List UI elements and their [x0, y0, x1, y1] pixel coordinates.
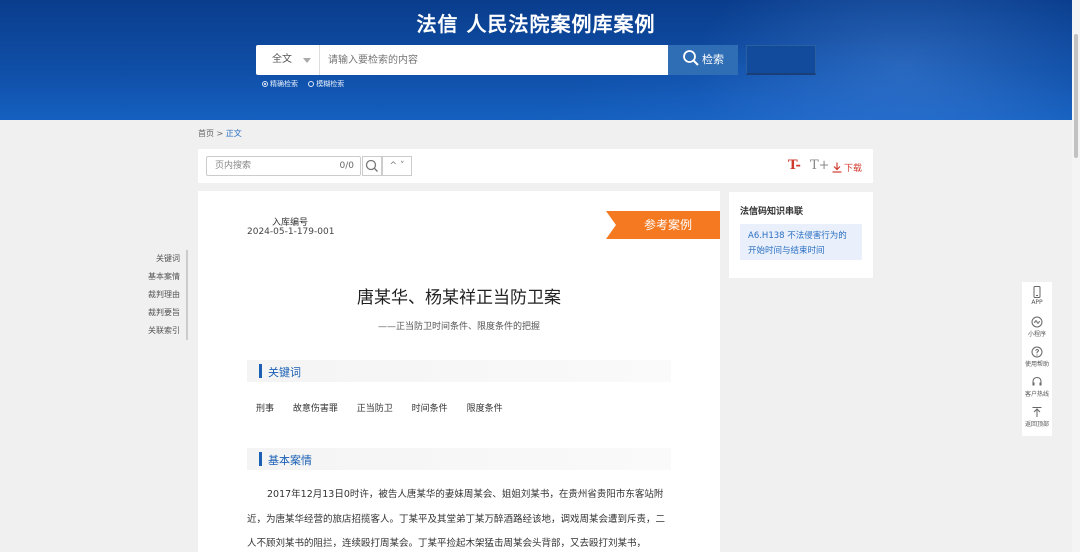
- header-extra-button[interactable]: [746, 45, 816, 75]
- section-header-facts: 基本案情: [247, 448, 671, 470]
- float-app-label: APP: [1031, 299, 1043, 306]
- page-search-button[interactable]: [362, 156, 382, 176]
- radio-checked-icon: [262, 81, 268, 87]
- knowledge-link[interactable]: A6.H138 不法侵害行为的开始时间与结束时间: [740, 224, 862, 260]
- headset-icon: [1032, 376, 1042, 386]
- keyword-tag: 时间条件: [411, 404, 448, 414]
- section-title: 关键词: [268, 366, 301, 379]
- reader-toolbar: 页内搜索 0/0 ^ ˅ T- T+ 下载: [198, 149, 873, 183]
- float-mini-program-label: 小程序: [1027, 331, 1046, 338]
- keyword-tag: 故意伤害罪: [292, 404, 338, 414]
- keyword-tag: 限度条件: [466, 404, 503, 414]
- float-app[interactable]: APP: [1022, 286, 1052, 306]
- section-marker: [259, 364, 262, 378]
- page-search-prev-next[interactable]: ^ ˅: [382, 156, 412, 176]
- float-hotline-label: 客户热线: [1024, 391, 1049, 398]
- floating-toolbar: APP 小程序 使用帮助 客户热线 返回顶部: [1022, 282, 1052, 436]
- float-mini-program[interactable]: 小程序: [1022, 316, 1052, 338]
- section-title: 基本案情: [268, 454, 312, 467]
- site-header: 法信 人民法院案例库案例 全文 检索 精确检索 模糊检索: [0, 0, 1072, 120]
- download-button[interactable]: 下载: [832, 161, 862, 174]
- search-icon: [365, 159, 378, 172]
- section-nav-reasoning[interactable]: 裁判理由: [140, 286, 188, 304]
- site-title: 法信 人民法院案例库案例: [416, 12, 656, 36]
- float-back-to-top[interactable]: 返回顶部: [1022, 406, 1052, 428]
- breadcrumb: 首页 > 正文: [198, 128, 242, 139]
- page-search-count: 0/0: [339, 161, 354, 171]
- float-hotline[interactable]: 客户热线: [1022, 376, 1052, 398]
- facts-paragraph: 2017年12月13日0时许，被告人唐某华的妻妹周某会、姐姐刘某书，在贵州省贵阳…: [247, 489, 666, 549]
- search-input[interactable]: [328, 45, 658, 75]
- section-nav-facts[interactable]: 基本案情: [140, 268, 188, 286]
- page-scrollbar[interactable]: [1072, 0, 1080, 552]
- page-search-placeholder: 页内搜索: [215, 161, 252, 171]
- radio-unchecked-icon: [308, 81, 315, 87]
- knowledge-panel-title: 法信码知识串联: [740, 207, 804, 217]
- scrollbar-thumb[interactable]: [1074, 34, 1078, 158]
- breadcrumb-current: 正文: [225, 129, 242, 138]
- float-help[interactable]: 使用帮助: [1022, 346, 1052, 368]
- search-scope-select[interactable]: 全文: [256, 45, 320, 75]
- case-title: 唐某华、杨某祥正当防卫案: [357, 288, 561, 308]
- float-back-to-top-label: 返回顶部: [1024, 421, 1049, 428]
- section-nav-gist[interactable]: 裁判要旨: [140, 304, 188, 322]
- mini-program-icon: [1031, 316, 1043, 328]
- help-icon: [1031, 346, 1043, 358]
- case-type-badge: 参考案例: [606, 211, 720, 239]
- keyword-tag: 正当防卫: [356, 404, 393, 414]
- keyword-list: 刑事 故意伤害罪 正当防卫 时间条件 限度条件: [256, 401, 519, 414]
- download-label: 下载: [844, 164, 863, 174]
- search-mode-options: 精确检索 模糊检索: [262, 79, 352, 89]
- search-icon: [683, 50, 699, 66]
- font-increase-button[interactable]: T+: [810, 158, 830, 173]
- section-marker: [259, 452, 262, 466]
- section-nav-keywords[interactable]: 关键词: [140, 250, 188, 268]
- search-button[interactable]: 检索: [668, 45, 738, 75]
- ref-number: 2024-05-1-179-001: [247, 227, 335, 237]
- case-document: 入库编号 2024-05-1-179-001 参考案例 唐某华、杨某祥正当防卫案…: [198, 191, 720, 552]
- breadcrumb-separator: >: [216, 129, 224, 138]
- knowledge-panel: 法信码知识串联 A6.H138 不法侵害行为的开始时间与结束时间: [729, 192, 873, 278]
- phone-icon: [1033, 286, 1041, 298]
- page-search-input[interactable]: 页内搜索 0/0: [206, 156, 361, 176]
- mode-fuzzy-option[interactable]: 模糊检索: [308, 80, 344, 88]
- case-subtitle: ——正当防卫时间条件、限度条件的把握: [377, 322, 540, 332]
- search-button-label: 检索: [702, 53, 724, 66]
- font-decrease-button[interactable]: T-: [788, 158, 801, 173]
- breadcrumb-home[interactable]: 首页: [198, 129, 214, 138]
- search-scope-label: 全文: [272, 54, 292, 65]
- float-help-label: 使用帮助: [1024, 361, 1049, 368]
- back-to-top-icon: [1032, 407, 1042, 417]
- section-nav-index[interactable]: 关联索引: [140, 322, 188, 340]
- mode-exact-option[interactable]: 精确检索: [262, 80, 298, 88]
- chevron-down-icon: [303, 58, 311, 63]
- search-box: 全文: [256, 45, 668, 75]
- keyword-tag: 刑事: [256, 404, 275, 414]
- download-icon: [832, 162, 842, 173]
- section-header-keywords: 关键词: [247, 360, 671, 382]
- section-nav: 关键词 基本案情 裁判理由 裁判要旨 关联索引: [140, 250, 188, 340]
